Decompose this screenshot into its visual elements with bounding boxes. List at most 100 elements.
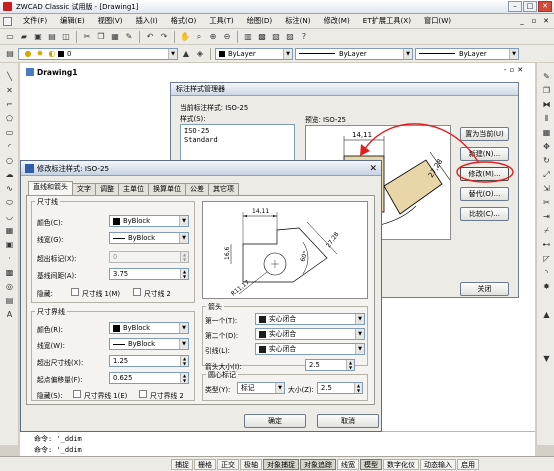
cut-icon[interactable]: ✂ [81,31,93,43]
circle-icon[interactable]: ○ [4,155,15,166]
move-icon[interactable]: ✥ [541,141,552,152]
rectangle-icon[interactable]: ▭ [4,127,15,138]
redo-icon[interactable]: ↷ [158,31,170,43]
override-style-button[interactable]: 替代(O)... [460,187,509,201]
mirror-icon[interactable]: ⧓ [541,99,552,110]
close-icon[interactable]: ✕ [369,162,377,177]
menu-window[interactable]: 窗口(W) [419,16,456,26]
stepper-icon[interactable]: ▲ ▼ [180,252,188,262]
menu-view[interactable]: 视图(V) [93,16,128,26]
design-center-icon[interactable]: ▩ [256,31,268,43]
compare-style-button[interactable]: 比较(C)... [460,207,509,221]
close-button[interactable]: ✕ [538,1,552,12]
suppress-dimline1-checkbox[interactable] [71,288,79,296]
origin-offset-input[interactable]: 0.625 ▲ ▼ [109,372,189,384]
set-current-button[interactable]: 置为当前(U) [460,127,509,141]
scroll-down-icon[interactable]: ▼ [541,353,552,364]
copy-object-icon[interactable]: ❐ [541,85,552,96]
layer-previous-icon[interactable]: ◈ [194,48,206,60]
layer-manager-icon[interactable]: ▤ [4,48,16,60]
menu-draw[interactable]: 绘图(D) [242,16,278,26]
first-arrow-select[interactable]: 实心闭合 ▼ [255,313,365,325]
suppress-dimline2-checkbox[interactable] [133,288,141,296]
arc-icon[interactable]: ◜ [4,141,15,152]
zoom-window-icon[interactable]: ⊕ [207,31,219,43]
construction-line-icon[interactable]: ✕ [4,85,15,96]
copy-icon[interactable]: ❐ [95,31,107,43]
menu-format[interactable]: 格式(O) [166,16,202,26]
chevron-down-icon[interactable]: ▼ [275,383,284,393]
tab-alternate-units[interactable]: 换算单位 [148,183,186,195]
doc-restore-button[interactable]: ▫ [510,66,515,74]
mtext-icon[interactable]: A [4,309,15,320]
table-icon[interactable]: ▤ [4,295,15,306]
dimline-color-select[interactable]: ByBlock ▼ [109,215,189,227]
polyline-icon[interactable]: ⌐ [4,99,15,110]
chevron-down-icon[interactable]: ▼ [355,314,364,324]
paste-icon[interactable]: ▦ [109,31,121,43]
chevron-down-icon[interactable]: ▼ [179,216,188,226]
chevron-down-icon[interactable]: ▼ [283,48,292,59]
tab-lines-arrows[interactable]: 直线和箭头 [28,181,73,195]
tab-primary-units[interactable]: 主单位 [118,183,149,195]
zoom-previous-icon[interactable]: ⊖ [221,31,233,43]
make-current-layer-icon[interactable]: ▲ [180,48,192,60]
pan-icon[interactable]: ✋ [179,31,191,43]
stretch-icon[interactable]: ⇲ [541,183,552,194]
center-type-select[interactable]: 标记 ▼ [237,382,285,394]
document-icon[interactable] [3,16,12,26]
command-window[interactable]: 命令: '_ddim 命令: '_ddim [20,431,535,456]
menu-dimension[interactable]: 标注(N) [280,16,315,26]
linetype-combo[interactable]: ByLayer ▼ [295,47,413,60]
extend-icon[interactable]: ⇥ [541,211,552,222]
break-icon[interactable]: ⌿ [541,225,552,236]
maximize-button[interactable]: □ [523,1,537,12]
menu-file[interactable]: 文件(F) [18,16,52,26]
help-icon[interactable]: ? [298,31,310,43]
baseline-spacing-input[interactable]: 3.75 ▲ ▼ [109,268,189,280]
color-combo[interactable]: ByLayer ▼ [215,47,293,60]
scroll-up-icon[interactable]: ▲ [541,309,552,320]
cancel-button[interactable]: 取消 [317,414,379,428]
fillet-icon[interactable]: ◝ [541,267,552,278]
second-arrow-select[interactable]: 实心闭合 ▼ [255,328,365,340]
suppress-extline1-checkbox[interactable] [73,390,81,398]
ellipse-arc-icon[interactable]: ◡ [4,211,15,222]
tab-text[interactable]: 文字 [72,183,96,195]
stepper-icon[interactable]: ▲ ▼ [180,356,188,366]
make-block-icon[interactable]: ▣ [4,239,15,250]
hatch-icon[interactable]: ▩ [4,267,15,278]
zoom-realtime-icon[interactable]: ⌕ [193,31,205,43]
new-style-button[interactable]: 新建(N)... [460,147,509,161]
list-item[interactable]: ISO-25 [184,127,291,136]
undo-icon[interactable]: ↶ [144,31,156,43]
stepper-icon[interactable]: ▲ ▼ [354,383,362,393]
print-preview-icon[interactable]: ◫ [60,31,72,43]
print-icon[interactable]: ▤ [46,31,58,43]
drawing-tab[interactable]: Drawing1 [26,66,77,78]
chevron-down-icon[interactable]: ▼ [179,323,188,333]
extline-color-select[interactable]: ByBlock ▼ [109,322,189,334]
chevron-down-icon[interactable]: ▼ [355,344,364,354]
stepper-icon[interactable]: ▲ ▼ [180,269,188,279]
suppress-extline2-checkbox[interactable] [139,390,147,398]
revcloud-icon[interactable]: ☁ [4,169,15,180]
tab-tolerances[interactable]: 公差 [185,183,209,195]
dimline-lineweight-select[interactable]: ByBlock ▼ [109,232,189,244]
region-icon[interactable]: ◎ [4,281,15,292]
leader-arrow-select[interactable]: 实心闭合 ▼ [255,343,365,355]
otrack-toggle[interactable]: 对象追踪 [300,458,336,470]
stepper-icon[interactable]: ▲ ▼ [180,373,188,383]
center-size-input[interactable]: 2.5 ▲ ▼ [317,382,363,394]
polygon-icon[interactable]: ⬠ [4,113,15,124]
mdi-minimize-button[interactable]: _ [517,16,527,26]
doc-minimize-button[interactable]: - [504,66,507,74]
dynamic-input-toggle[interactable]: 动态输入 [420,458,456,470]
extline-lineweight-select[interactable]: ByBlock ▼ [109,338,189,350]
extend-beyond-input[interactable]: 1.25 ▲ ▼ [109,355,189,367]
point-icon[interactable]: · [4,253,15,264]
lineweight-toggle[interactable]: 线宽 [337,458,359,470]
match-properties-icon[interactable]: ✎ [123,31,135,43]
trim-icon[interactable]: ✂ [541,197,552,208]
tablet-toggle[interactable]: 数字化仪 [383,458,419,470]
